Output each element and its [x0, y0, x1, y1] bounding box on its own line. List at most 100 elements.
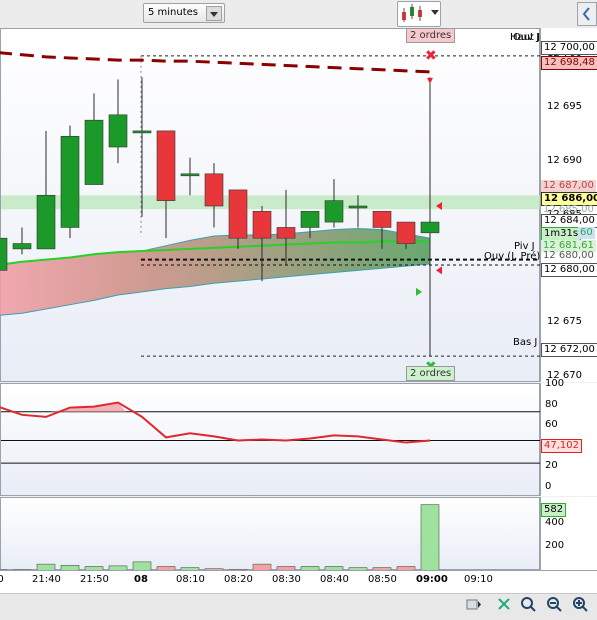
volume-tick-label: 400 — [545, 517, 565, 529]
candle-body — [132, 130, 152, 134]
candle-body — [396, 221, 416, 244]
chart-window: { "toolbar": { "timeframe": "5 minutes",… — [0, 0, 597, 620]
candle — [180, 157, 200, 196]
autoscale-button[interactable] — [496, 596, 512, 612]
price-tag-low: 12 672,00 — [541, 343, 597, 357]
ouv-marker — [436, 266, 442, 275]
candle-body — [324, 200, 344, 223]
candle — [204, 163, 224, 228]
candle — [324, 179, 344, 228]
volume-bar — [420, 504, 440, 572]
time-tick-label: 21:40 — [32, 574, 61, 585]
price-tag-trend: 12 698,48 — [541, 56, 597, 70]
rsi-last-tag: 47,102 — [541, 439, 582, 453]
zoom-in-button[interactable] — [572, 596, 588, 612]
trend-arrow-marker — [427, 77, 433, 84]
time-tick-label: 08:40 — [320, 574, 349, 585]
candle-body — [60, 135, 80, 228]
time-tick-label: 09:00 — [416, 574, 448, 585]
ouv-j-label: Ouv J — [513, 32, 540, 43]
candle-body — [156, 130, 176, 201]
time-tick-label: 21:50 — [80, 574, 109, 585]
candle-body — [300, 211, 320, 228]
price-tick-label: 12 695 — [547, 101, 582, 113]
orders-top-badge[interactable]: 2 ordres — [406, 28, 456, 43]
timer-tag: 1m31s — [541, 227, 582, 241]
timeframe-value: 5 minutes — [148, 7, 199, 18]
timeframe-select[interactable]: 5 minutes — [143, 3, 225, 23]
candle-body — [36, 194, 56, 250]
rsi-line — [0, 401, 431, 444]
candle-body — [276, 227, 296, 239]
candlestick-chart-icon — [402, 4, 422, 22]
time-tick-label: 08:30 — [272, 574, 301, 585]
chevron-down-icon[interactable] — [206, 6, 222, 21]
bas-j-label: Bas J — [513, 337, 538, 348]
price-tag-60: 60 — [578, 227, 595, 239]
support-zone — [1, 195, 541, 210]
candle-body — [0, 237, 8, 271]
candle — [84, 93, 104, 185]
rsi-tick-label: 60 — [545, 419, 558, 431]
time-tick-label: 08:20 — [224, 574, 253, 585]
candle — [36, 130, 56, 250]
candle-body — [372, 211, 392, 228]
candle — [0, 237, 8, 271]
price-tag-684: 12 684,00 — [541, 214, 597, 228]
ouv-prec-label: Ouv (J. Pré) — [484, 251, 541, 262]
candle-body — [228, 189, 248, 239]
rsi-tick-label: 80 — [545, 398, 558, 410]
price-tag-zone-top: 12 687,00 — [541, 180, 596, 192]
time-tick-label: 30 — [0, 574, 4, 585]
candle-body — [180, 173, 200, 177]
scroll-end-icon — [466, 599, 481, 610]
price-tick-label: 12 690 — [547, 155, 582, 167]
volume-tick-label: 200 — [545, 540, 565, 552]
candle-body — [348, 205, 368, 209]
zoom-fit-icon — [521, 597, 536, 612]
price-chart[interactable]: ✖✖ — [0, 29, 541, 383]
rsi-tick-label: 100 — [545, 378, 565, 390]
time-tick-label: 09:10 — [464, 574, 493, 585]
candle-body — [108, 114, 128, 148]
rsi-panel[interactable] — [0, 383, 541, 497]
candle-body — [420, 221, 440, 234]
zoom-out-button[interactable] — [546, 596, 562, 612]
candle-body — [204, 173, 224, 207]
chevron-down-icon[interactable] — [431, 10, 439, 15]
time-tick-label: 08:10 — [176, 574, 205, 585]
price-tag-680: 12 680,00 — [541, 263, 597, 277]
candle — [420, 77, 440, 357]
time-tick-label: 08 — [134, 574, 148, 585]
chart-type-button[interactable] — [397, 1, 441, 27]
orders-bottom-badge[interactable]: 2 ordres — [406, 366, 456, 381]
time-tick-label: 08:50 — [368, 574, 397, 585]
rsi-tick-label: 20 — [545, 460, 558, 472]
volume-panel[interactable] — [0, 497, 541, 572]
price-panel[interactable]: ✖✖ — [0, 28, 541, 383]
top-toolbar: 5 minutes — [0, 0, 597, 29]
candle-body — [84, 119, 104, 185]
buy-marker — [416, 287, 422, 296]
candle — [156, 130, 176, 239]
rsi-chart[interactable] — [0, 384, 541, 497]
collapse-button[interactable] — [577, 2, 597, 26]
volume-chart[interactable] — [0, 498, 541, 572]
zoom-out-icon — [547, 597, 562, 612]
volume-last-tag: 582 — [541, 503, 567, 517]
price-tag-high: 12 700,00 — [541, 41, 597, 55]
rsi-tick-label: 0 — [545, 480, 552, 492]
price-tick-label: 12 675 — [547, 316, 582, 327]
candle — [108, 79, 128, 164]
candle-body — [12, 243, 32, 250]
zoom-in-icon — [573, 597, 588, 612]
price-tag-ouv-prec: 12 680,00 — [543, 250, 594, 261]
candle — [60, 125, 80, 239]
chevron-left-icon — [582, 7, 590, 21]
sell-order-marker: ✖ — [425, 48, 437, 64]
candle-body — [252, 211, 272, 239]
zoom-fit-button[interactable] — [520, 596, 536, 612]
autoscale-icon — [498, 598, 510, 610]
time-axis[interactable]: 30 21:40 21:50 08 08:10 08:20 08:30 08:40 08:50 0… — [0, 570, 597, 594]
scroll-end-button[interactable] — [466, 596, 482, 612]
